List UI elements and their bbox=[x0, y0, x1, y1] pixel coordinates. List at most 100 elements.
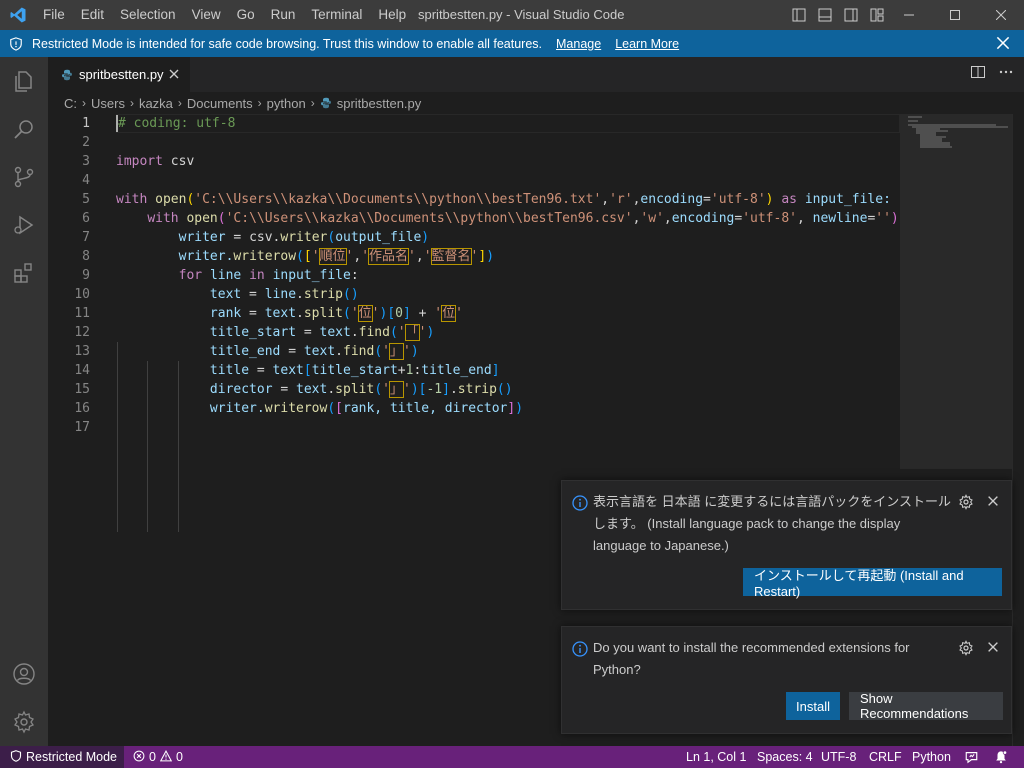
status-bar: Restricted Mode 0 0 Ln 1, Col 1 Spaces: … bbox=[0, 746, 1024, 768]
problems-status[interactable]: 0 0 bbox=[133, 746, 183, 768]
code-token: 'w' bbox=[640, 211, 664, 226]
code-token: writerow bbox=[264, 401, 328, 416]
code-token: , bbox=[663, 211, 672, 226]
close-icon[interactable] bbox=[986, 494, 1000, 513]
code-token: 」 bbox=[388, 381, 404, 398]
notifications-bell-icon[interactable] bbox=[994, 746, 1008, 768]
indentation-status[interactable]: Spaces: 4 bbox=[757, 746, 813, 768]
code-token: = bbox=[241, 306, 265, 321]
code-line: writer.writerow(['順位','作品名','監督名']) bbox=[116, 247, 900, 266]
close-window-icon[interactable] bbox=[978, 0, 1024, 30]
code-token: line bbox=[264, 287, 297, 302]
minimize-icon[interactable] bbox=[886, 0, 932, 30]
code-token: + bbox=[410, 306, 435, 321]
tab-label: spritbestten.py bbox=[79, 67, 164, 82]
more-actions-icon[interactable] bbox=[998, 64, 1014, 85]
menu-edit[interactable]: Edit bbox=[73, 0, 112, 30]
code-token: , bbox=[415, 249, 424, 264]
code-token: ] bbox=[442, 382, 450, 397]
source-control-icon[interactable] bbox=[0, 153, 48, 201]
install-button[interactable]: Install bbox=[786, 692, 840, 720]
gear-icon[interactable] bbox=[958, 494, 974, 515]
minimap-line bbox=[920, 146, 952, 148]
code-token: 'r' bbox=[609, 192, 633, 207]
code-line: text = line.strip() bbox=[116, 285, 900, 304]
code-line: title_end = text.find('」') bbox=[116, 342, 900, 361]
code-line: title = text[title_start+1:title_end] bbox=[116, 361, 900, 380]
code-token: = bbox=[280, 344, 304, 359]
toggle-secondary-sidebar-icon[interactable] bbox=[838, 0, 864, 30]
breadcrumb-file[interactable]: spritbestten.py bbox=[337, 96, 422, 111]
code-token: ) bbox=[421, 230, 430, 245]
menu-view[interactable]: View bbox=[184, 0, 229, 30]
eol-status[interactable]: CRLF bbox=[869, 746, 902, 768]
recommended-extensions-notification: Do you want to install the recommended e… bbox=[561, 626, 1012, 734]
tab-spritbestten[interactable]: spritbestten.py bbox=[48, 57, 190, 92]
code-token: rank, title, director bbox=[343, 401, 508, 416]
menu-go[interactable]: Go bbox=[229, 0, 263, 30]
toggle-primary-sidebar-icon[interactable] bbox=[786, 0, 812, 30]
line-number: 8 bbox=[82, 249, 90, 264]
menu-file[interactable]: File bbox=[35, 0, 73, 30]
accounts-icon[interactable] bbox=[0, 650, 48, 698]
code-token: '' bbox=[875, 211, 891, 226]
settings-gear-icon[interactable] bbox=[0, 698, 48, 746]
breadcrumb-users[interactable]: Users bbox=[91, 96, 125, 111]
run-debug-icon[interactable] bbox=[0, 201, 48, 249]
minimap-line bbox=[908, 116, 922, 118]
notification-message: Do you want to install the recommended e… bbox=[593, 640, 910, 677]
manage-link[interactable]: Manage bbox=[556, 37, 601, 51]
minimap-slider[interactable] bbox=[900, 114, 1012, 469]
code-token: for bbox=[178, 268, 203, 283]
code-token: ( bbox=[327, 401, 336, 416]
menu-terminal[interactable]: Terminal bbox=[303, 0, 370, 30]
gear-icon[interactable] bbox=[958, 640, 974, 661]
code-token: 位 bbox=[357, 305, 373, 322]
close-icon[interactable] bbox=[994, 34, 1012, 55]
code-token: ( bbox=[327, 230, 336, 245]
restricted-mode-status[interactable]: Restricted Mode bbox=[0, 746, 124, 768]
feedback-icon[interactable] bbox=[964, 746, 979, 768]
breadcrumb-documents[interactable]: Documents bbox=[187, 96, 253, 111]
activity-bar bbox=[0, 57, 48, 746]
python-file-icon bbox=[320, 97, 332, 109]
encoding-status[interactable]: UTF-8 bbox=[821, 746, 856, 768]
language-mode-status[interactable]: Python bbox=[912, 746, 951, 768]
code-token: find bbox=[358, 325, 390, 340]
code-token: = bbox=[249, 363, 273, 378]
menu-selection[interactable]: Selection bbox=[112, 0, 184, 30]
vertical-scrollbar[interactable] bbox=[1012, 114, 1024, 746]
install-and-restart-button[interactable]: インストールして再起動 (Install and Restart) bbox=[743, 568, 1002, 599]
code-token: in bbox=[249, 268, 265, 283]
tab-close-icon[interactable] bbox=[166, 66, 182, 85]
toggle-panel-icon[interactable] bbox=[812, 0, 838, 30]
menu-help[interactable]: Help bbox=[370, 0, 414, 30]
code-token: . bbox=[296, 306, 304, 321]
search-icon[interactable] bbox=[0, 105, 48, 153]
explorer-icon[interactable] bbox=[0, 57, 48, 105]
code-token: . bbox=[327, 382, 336, 397]
breadcrumb-kazka[interactable]: kazka bbox=[139, 96, 173, 111]
show-recommendations-button[interactable]: Show Recommendations bbox=[849, 691, 1003, 721]
maximize-icon[interactable] bbox=[932, 0, 978, 30]
code-token: [ bbox=[303, 249, 312, 264]
line-number-gutter: 1 2 3 4 5 6 7 8 9 10 11 12 13 14 15 16 1… bbox=[48, 114, 98, 437]
menu-run[interactable]: Run bbox=[263, 0, 304, 30]
cursor-position[interactable]: Ln 1, Col 1 bbox=[686, 746, 746, 768]
split-editor-icon[interactable] bbox=[970, 64, 986, 85]
breadcrumb-python[interactable]: python bbox=[267, 96, 306, 111]
code-token: ) bbox=[410, 344, 419, 359]
code-token: . bbox=[335, 344, 343, 359]
code-token: rank bbox=[209, 306, 242, 321]
extensions-icon[interactable] bbox=[0, 249, 48, 297]
code-token: ] bbox=[402, 306, 411, 321]
close-icon[interactable] bbox=[986, 640, 1000, 659]
learn-more-link[interactable]: Learn More bbox=[615, 37, 679, 51]
breadcrumb-drive[interactable]: C: bbox=[64, 96, 77, 111]
code-token: = bbox=[296, 325, 320, 340]
code-token: 'C:\\Users\\kazka\\Documents\\python\\be… bbox=[225, 211, 633, 226]
code-token: = bbox=[272, 382, 297, 397]
